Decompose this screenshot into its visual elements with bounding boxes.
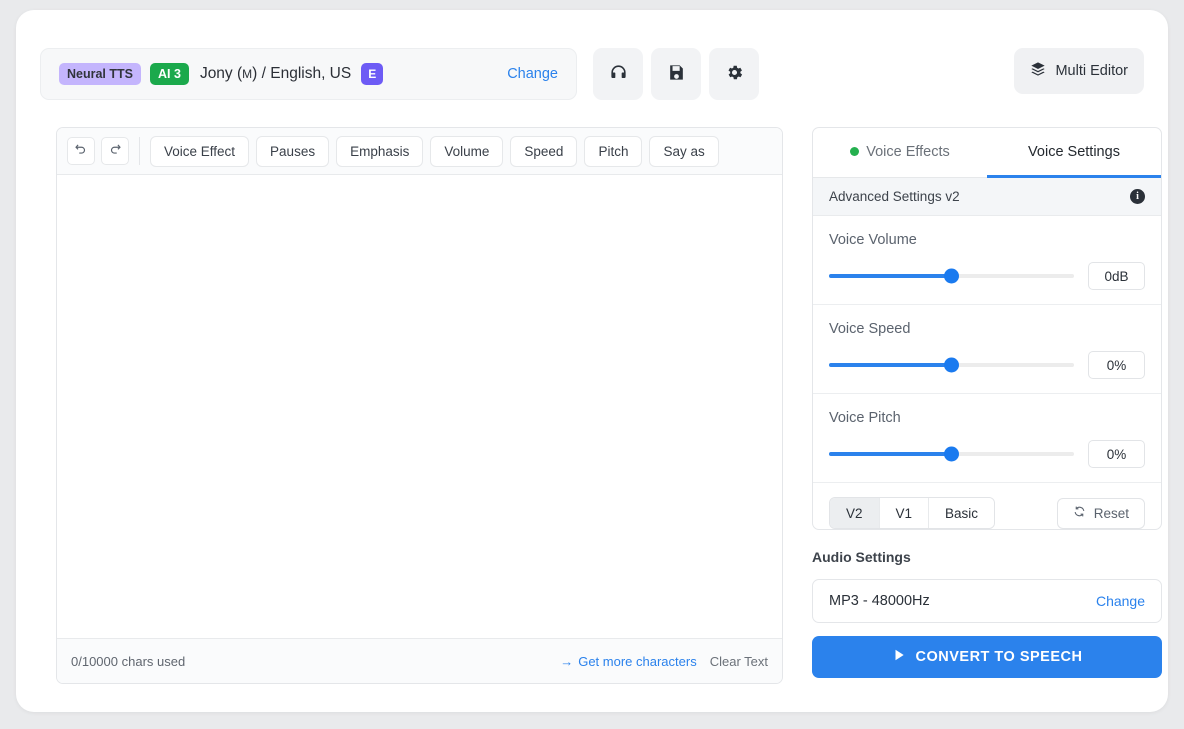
preset-basic[interactable]: Basic [929,498,995,528]
tool-emphasis[interactable]: Emphasis [336,135,424,167]
voice-settings-panel: Voice Effects Voice Settings Advanced Se… [812,127,1162,530]
change-voice-link[interactable]: Change [507,66,558,82]
voice-speed-thumb[interactable] [944,357,959,373]
multi-editor-label: Multi Editor [1055,63,1128,79]
headphones-icon [609,63,628,85]
undo-button[interactable] [67,137,95,165]
info-icon[interactable]: i [1130,189,1145,204]
settings-icon-button[interactable] [709,48,759,100]
audio-settings-title: Audio Settings [812,549,911,565]
voice-speed-value[interactable]: 0% [1088,351,1145,379]
arrow-right-icon: → [560,653,574,669]
voice-gender: M [242,67,253,81]
voice-volume-value[interactable]: 0dB [1088,262,1145,290]
voice-speed-block: Voice Speed 0% [813,305,1161,394]
refresh-icon [1073,505,1086,521]
layers-icon [1030,61,1046,81]
voice-name-main: Jony ( [199,65,243,82]
change-audio-format-link[interactable]: Change [1096,593,1145,609]
voice-locale: ) / English, US [252,65,352,82]
app-card: Neural TTS AI 3 Jony (M) / English, US E… [16,10,1168,712]
voice-volume-slider[interactable] [829,268,1074,284]
audio-format-box[interactable]: MP3 - 48000Hz Change [812,579,1162,623]
tab-voice-effects[interactable]: Voice Effects [813,128,987,178]
status-dot-icon [850,147,860,156]
voice-volume-label: Voice Volume [829,232,917,248]
voice-volume-fill [829,274,952,278]
voice-pitch-thumb[interactable] [944,446,959,462]
tool-pitch[interactable]: Pitch [584,135,643,167]
ai-version-badge: AI 3 [150,63,189,85]
redo-button[interactable] [101,137,129,165]
headphones-icon-button[interactable] [593,48,643,100]
tab-voice-settings-label: Voice Settings [1028,143,1120,160]
audio-format-value: MP3 - 48000Hz [829,593,930,609]
voice-speed-slider[interactable] [829,357,1074,373]
reset-button[interactable]: Reset [1056,497,1145,529]
play-icon [892,648,906,666]
voice-pitch-label: Voice Pitch [829,410,901,426]
tab-voice-settings[interactable]: Voice Settings [987,128,1161,178]
clear-text-button[interactable]: Clear Text [710,654,768,669]
get-more-characters-link[interactable]: → Get more characters [560,654,697,669]
convert-to-speech-label: CONVERT TO SPEECH [915,649,1083,665]
settings-tabs: Voice Effects Voice Settings [813,128,1161,178]
voice-volume-thumb[interactable] [944,268,959,284]
advanced-settings-row: Advanced Settings v2 i [813,178,1161,216]
text-input-area[interactable] [57,175,782,638]
voice-pitch-value[interactable]: 0% [1088,440,1145,468]
voice-volume-block: Voice Volume 0dB [813,216,1161,305]
voice-pitch-row: 0% [829,440,1145,468]
voice-name: Jony (M) / English, US [200,65,351,83]
tool-volume[interactable]: Volume [430,135,504,167]
convert-to-speech-button[interactable]: CONVERT TO SPEECH [812,636,1162,678]
app-header: Neural TTS AI 3 Jony (M) / English, US E… [40,48,1144,116]
editor-toolbar: Voice Effect Pauses Emphasis Volume Spee… [57,128,782,175]
voice-e-badge: E [361,63,384,85]
chars-used-counter: 0/10000 chars used [71,653,186,669]
voice-volume-row: 0dB [829,262,1145,290]
voice-speed-label: Voice Speed [829,321,911,337]
tool-voice-effect[interactable]: Voice Effect [150,135,250,167]
tab-voice-effects-label: Voice Effects [866,143,950,160]
advanced-settings-label: Advanced Settings v2 [829,189,960,204]
text-editor-panel: Voice Effect Pauses Emphasis Volume Spee… [56,127,783,684]
toolbar-divider [139,137,140,165]
tool-pauses[interactable]: Pauses [256,135,330,167]
voice-pitch-block: Voice Pitch 0% [813,394,1161,483]
floppy-disk-icon [667,63,686,85]
redo-icon [108,142,122,161]
gear-icon [725,63,744,85]
voice-speed-row: 0% [829,351,1145,379]
get-more-characters-label: Get more characters [578,653,697,669]
neural-tts-badge: Neural TTS [59,63,141,85]
voice-speed-fill [829,363,952,367]
voice-pitch-slider[interactable] [829,446,1074,462]
save-icon-button[interactable] [651,48,701,100]
reset-label: Reset [1093,505,1129,521]
multi-editor-button[interactable]: Multi Editor [1014,48,1144,94]
voice-pitch-fill [829,452,952,456]
tool-speed[interactable]: Speed [510,135,578,167]
editor-footer: 0/10000 chars used → Get more characters… [57,638,782,683]
voice-selector-bar[interactable]: Neural TTS AI 3 Jony (M) / English, US E… [40,48,577,100]
preset-v2[interactable]: V2 [830,498,880,528]
preset-v1[interactable]: V1 [879,498,930,528]
preset-row: V2 V1 Basic Reset [813,483,1161,529]
version-preset-group: V2 V1 Basic [829,497,996,529]
tool-say-as[interactable]: Say as [649,135,719,167]
footer-actions: → Get more characters Clear Text [560,654,768,669]
undo-icon [74,142,88,161]
